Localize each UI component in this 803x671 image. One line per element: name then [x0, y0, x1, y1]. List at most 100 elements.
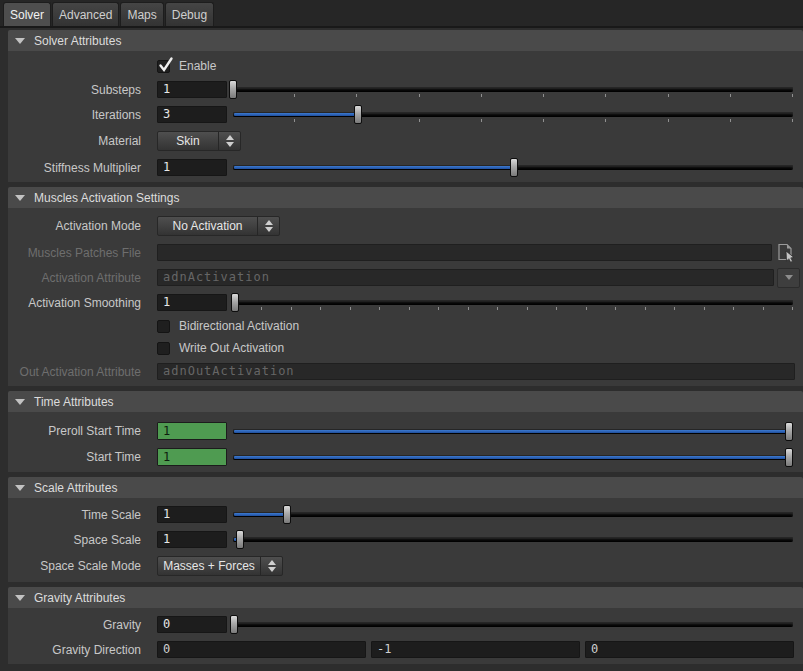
field-stiffness-multiplier[interactable]: 1: [157, 159, 227, 176]
slider-tick: [481, 119, 482, 122]
slider-preroll-start-time[interactable]: [233, 422, 793, 441]
slider-handle[interactable]: [785, 448, 793, 467]
section-gravity-attributes: Gravity AttributesGravity0Gravity Direct…: [8, 587, 803, 664]
tab-debug[interactable]: Debug: [165, 2, 214, 26]
dropdown-space-scale-mode[interactable]: Masses + Forces: [157, 556, 283, 576]
slider-tick: [438, 307, 439, 310]
slider-tick: [497, 307, 498, 310]
tab-solver[interactable]: Solver: [3, 2, 51, 26]
label-out-activation-attribute: Out Activation Attribute: [8, 365, 141, 379]
slider-tick: [356, 94, 357, 97]
slider-start-time[interactable]: [233, 448, 793, 467]
collapse-arrow-icon: [15, 38, 25, 44]
slider-handle[interactable]: [283, 505, 291, 524]
slider-handle[interactable]: [236, 530, 244, 549]
slider-tick: [543, 119, 544, 122]
collapse-arrow-icon: [15, 195, 25, 201]
slider-gravity[interactable]: [233, 615, 793, 634]
slider-tick: [419, 94, 420, 97]
dropdown-value: No Activation: [158, 217, 257, 235]
section-body: Gravity0Gravity Direction0-10: [8, 608, 803, 664]
slider-handle[interactable]: [231, 293, 239, 312]
field-gravity-direction-1[interactable]: -1: [371, 641, 580, 658]
label-activation-mode: Activation Mode: [8, 219, 141, 233]
slider-groove: [233, 622, 793, 627]
section-title: Scale Attributes: [34, 481, 117, 495]
checkbox-label: Bidirectional Activation: [179, 319, 299, 333]
slider-handle[interactable]: [229, 80, 237, 99]
slider-tick: [350, 307, 351, 310]
row-space-scale-mode: Space Scale ModeMasses + Forces: [8, 556, 803, 576]
slider-fill: [234, 166, 514, 169]
slider-tick: [792, 307, 793, 310]
file-browse-button[interactable]: [776, 243, 798, 262]
slider-handle[interactable]: [510, 158, 518, 177]
collapse-arrow-icon: [15, 595, 25, 601]
field-gravity-direction-2[interactable]: 0: [585, 641, 794, 658]
slider-handle[interactable]: [354, 105, 362, 124]
section-body: Time Scale1Space Scale1Space Scale ModeM…: [8, 498, 803, 582]
slider-stiffness-multiplier[interactable]: [233, 158, 793, 177]
section-body: Preroll Start Time1Start Time1: [8, 412, 803, 472]
slider-time-scale[interactable]: [233, 505, 793, 524]
row-activation-attribute: Activation Attribute adnActivation: [8, 269, 803, 286]
field-substeps[interactable]: 1: [157, 81, 227, 98]
slider-activation-smoothing[interactable]: [233, 293, 793, 312]
collapse-arrow-icon: [15, 399, 25, 405]
section-header-scale-attributes[interactable]: Scale Attributes: [8, 477, 803, 498]
field-activation-smoothing[interactable]: 1: [157, 294, 227, 311]
slider-fill: [234, 430, 788, 433]
checkbox-label: Write Out Activation: [179, 341, 284, 355]
field-time-scale[interactable]: 1: [157, 506, 227, 523]
checkbox-write-out-activation[interactable]: [157, 342, 170, 355]
section-header-solver-attributes[interactable]: Solver Attributes: [8, 30, 803, 51]
section-scale-attributes: Scale Attributes Time Scale1Space Scale1S…: [8, 477, 803, 582]
slider-tick: [409, 307, 410, 310]
attribute-select-button[interactable]: [777, 268, 800, 288]
slider-tick: [527, 307, 528, 310]
field-start-time[interactable]: 1: [157, 448, 227, 466]
section-header-time-attributes[interactable]: Time Attributes: [8, 391, 803, 412]
arrow-up-icon: [226, 135, 234, 140]
field-out-activation-attribute[interactable]: adnOutActivation: [157, 363, 795, 380]
label-activation-attribute: Activation Attribute: [8, 271, 141, 285]
checkbox-row-bidirectional-activation: Bidirectional Activation: [157, 319, 299, 333]
slider-substeps[interactable]: [233, 80, 793, 99]
field-space-scale[interactable]: 1: [157, 531, 227, 548]
section-time-attributes: Time AttributesPreroll Start Time1Start …: [8, 391, 803, 472]
row-iterations: Iterations 3: [8, 106, 803, 123]
tab-advanced[interactable]: Advanced: [52, 2, 119, 26]
row-substeps: Substeps 1: [8, 81, 803, 98]
section-header-gravity-attributes[interactable]: Gravity Attributes: [8, 587, 803, 608]
slider-handle[interactable]: [785, 422, 793, 441]
field-muscles-patches-file[interactable]: [157, 244, 772, 261]
slider-tick: [291, 307, 292, 310]
slider-tick: [792, 94, 793, 97]
dropdown-material[interactable]: Skin: [157, 131, 241, 151]
slider-tick: [605, 94, 606, 97]
field-preroll-start-time[interactable]: 1: [157, 422, 227, 440]
tab-maps[interactable]: Maps: [120, 2, 163, 26]
field-gravity-direction-0[interactable]: 0: [157, 641, 366, 658]
label-substeps: Substeps: [8, 83, 141, 97]
field-gravity[interactable]: 0: [157, 616, 227, 633]
dropdown-activation-mode[interactable]: No Activation: [157, 216, 280, 236]
section-solver-attributes: Solver AttributesEnableSubsteps1Iteratio…: [8, 30, 803, 182]
slider-fill: [234, 456, 788, 459]
file-browse-icon: [776, 243, 798, 262]
slider-groove: [233, 512, 793, 517]
row-gravity: Gravity0: [8, 616, 803, 633]
slider-space-scale[interactable]: [233, 530, 793, 549]
checkbox-enable[interactable]: [157, 60, 170, 73]
section-body: EnableSubsteps1Iterations3MaterialSkinSt…: [8, 51, 803, 182]
field-iterations[interactable]: 3: [157, 106, 227, 123]
label-iterations: Iterations: [8, 108, 141, 122]
arrow-down-icon: [268, 567, 276, 572]
field-activation-attribute[interactable]: adnActivation: [157, 269, 774, 286]
slider-iterations[interactable]: [233, 105, 793, 124]
slider-handle[interactable]: [230, 615, 238, 634]
slider-tick: [645, 307, 646, 310]
section-header-muscles-activation-settings[interactable]: Muscles Activation Settings: [8, 187, 803, 208]
label-stiffness-multiplier: Stiffness Multiplier: [8, 161, 141, 175]
checkbox-bidirectional-activation[interactable]: [157, 320, 170, 333]
